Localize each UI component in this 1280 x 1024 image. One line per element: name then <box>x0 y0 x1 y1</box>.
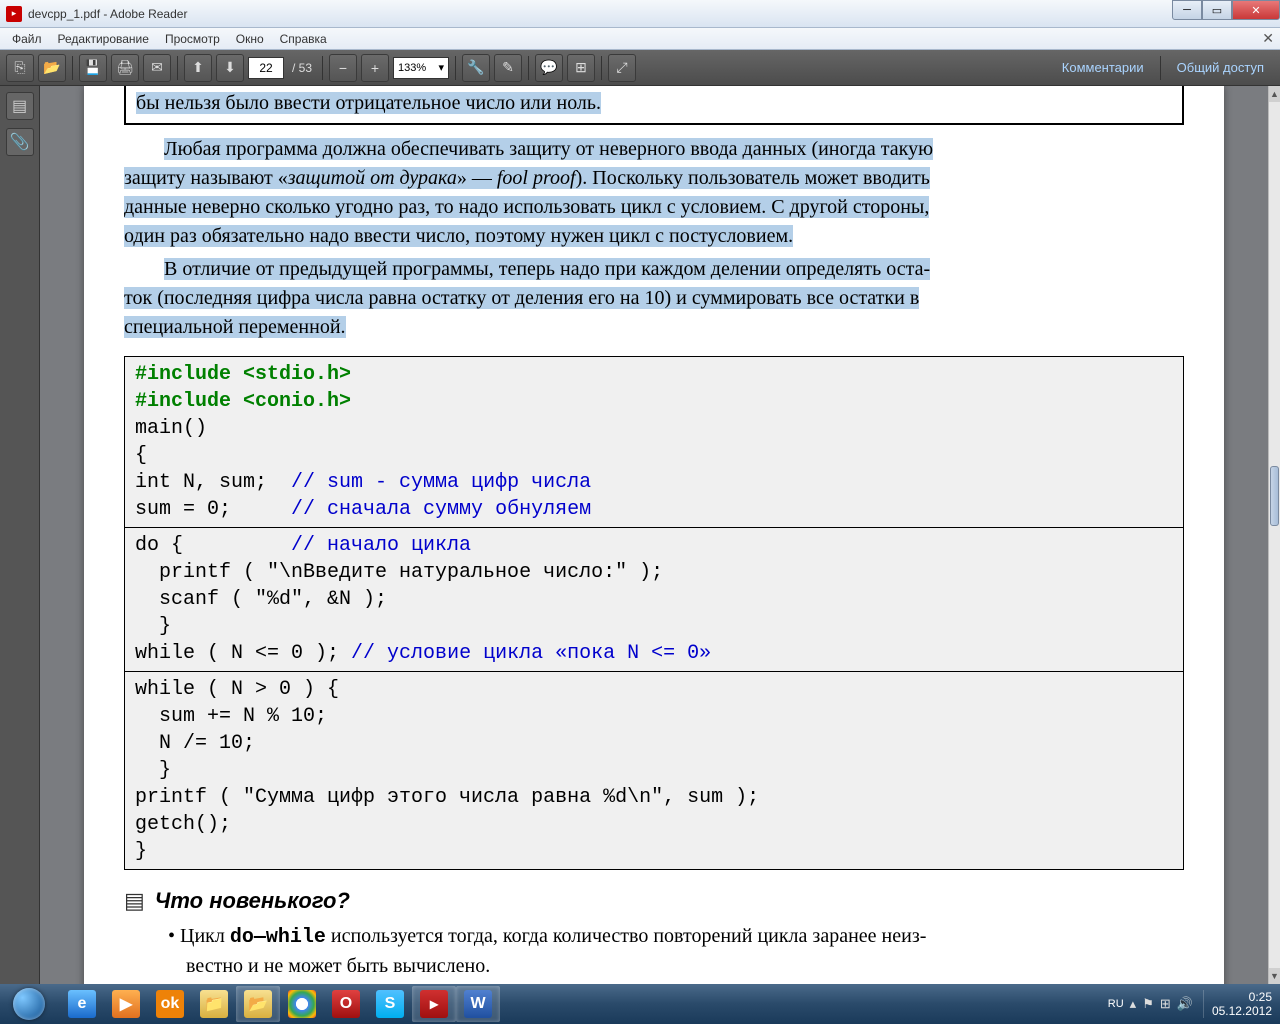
separator <box>528 56 529 80</box>
menu-edit[interactable]: Редактирование <box>50 30 157 48</box>
scrollbar-thumb[interactable] <box>1270 466 1279 526</box>
taskbar-folder[interactable]: 📂 <box>236 986 280 1022</box>
separator <box>1160 56 1161 80</box>
menu-file[interactable]: Файл <box>4 30 50 48</box>
page: бы нельзя было ввести отрицательное числ… <box>84 86 1224 984</box>
tray-flag-icon[interactable]: ⚑ <box>1142 996 1154 1012</box>
separator <box>455 56 456 80</box>
code-section: while ( N > 0 ) { sum += N % 10; N /= 10… <box>125 672 1183 869</box>
taskbar-word[interactable]: W <box>456 986 500 1022</box>
maximize-button[interactable]: ▭ <box>1202 0 1232 20</box>
paragraph: Любая программа должна обеспечивать защи… <box>124 135 1184 251</box>
stamp-icon[interactable]: ⊞ <box>567 54 595 82</box>
thumbnails-icon[interactable]: ▤ <box>6 92 34 120</box>
close-doc-icon[interactable]: ✕ <box>1262 30 1274 47</box>
sidebar: ▤ 📎 <box>0 86 40 984</box>
paragraph: В отличие от предыдущей программы, тепер… <box>124 255 1184 342</box>
comments-link[interactable]: Комментарии <box>1052 60 1154 75</box>
save-icon[interactable]: 💾 <box>79 54 107 82</box>
zoom-out-icon[interactable]: − <box>329 54 357 82</box>
clock-time: 0:25 <box>1212 990 1272 1004</box>
taskbar-skype[interactable]: S <box>368 986 412 1022</box>
vertical-scrollbar[interactable]: ▲ ▼ <box>1268 86 1280 984</box>
read-mode-icon[interactable]: ⤢ <box>608 54 636 82</box>
sign-icon[interactable]: ✎ <box>494 54 522 82</box>
document-area[interactable]: бы нельзя было ввести отрицательное числ… <box>40 86 1268 984</box>
clock[interactable]: 0:25 05.12.2012 <box>1203 990 1272 1019</box>
page-number-input[interactable] <box>248 57 284 79</box>
taskbar-chrome[interactable]: ○ <box>280 986 324 1022</box>
book-icon: ▤ <box>124 888 145 914</box>
taskbar-ie[interactable]: e <box>60 986 104 1022</box>
page-total-label: / 53 <box>288 61 316 75</box>
zoom-select[interactable]: 133% ▾ <box>393 57 449 79</box>
code-section: #include <stdio.h> #include <conio.h> ma… <box>125 357 1183 528</box>
menu-view[interactable]: Просмотр <box>157 30 228 48</box>
share-link[interactable]: Общий доступ <box>1167 60 1274 75</box>
page-up-icon[interactable]: ⬆ <box>184 54 212 82</box>
windows-orb-icon <box>13 988 45 1020</box>
tray-chevron-icon[interactable]: ▴ <box>1130 996 1137 1012</box>
bullet-item: • Цикл do—while используется тогда, когд… <box>168 922 1184 980</box>
tray-volume-icon[interactable]: 🔊 <box>1177 996 1193 1012</box>
close-button[interactable]: ✕ <box>1232 0 1280 20</box>
clock-date: 05.12.2012 <box>1212 1004 1272 1018</box>
start-button[interactable] <box>2 986 56 1022</box>
text-highlighted: бы нельзя было ввести отрицательное числ… <box>136 92 601 114</box>
menubar: Файл Редактирование Просмотр Окно Справк… <box>0 28 1280 50</box>
export-pdf-icon[interactable]: ⎘ <box>6 54 34 82</box>
boxed-text: бы нельзя было ввести отрицательное числ… <box>124 86 1184 125</box>
code-section: do { // начало цикла printf ( "\nВведите… <box>125 528 1183 672</box>
print-icon[interactable]: 🖨 <box>111 54 139 82</box>
tools-icon[interactable]: 🔧 <box>462 54 490 82</box>
attachments-icon[interactable]: 📎 <box>6 128 34 156</box>
tray-network-icon[interactable]: ⊞ <box>1160 996 1171 1012</box>
titlebar: ▸ devcpp_1.pdf - Adobe Reader ─ ▭ ✕ <box>0 0 1280 28</box>
separator <box>72 56 73 80</box>
taskbar-adobe-reader[interactable]: ▸ <box>412 986 456 1022</box>
window-title: devcpp_1.pdf - Adobe Reader <box>28 7 187 21</box>
taskbar-media[interactable]: ▶ <box>104 986 148 1022</box>
heading-text: Что новенького? <box>155 888 350 914</box>
section-heading: ▤ Что новенького? <box>124 888 1184 914</box>
zoom-in-icon[interactable]: + <box>361 54 389 82</box>
minimize-button[interactable]: ─ <box>1172 0 1202 20</box>
toolbar: ⎘ 📂 💾 🖨 ✉ ⬆ ⬇ / 53 − + 133% ▾ 🔧 ✎ 💬 ⊞ ⤢ К… <box>0 50 1280 86</box>
separator <box>322 56 323 80</box>
zoom-value: 133% <box>398 62 426 74</box>
code-block: #include <stdio.h> #include <conio.h> ma… <box>124 356 1184 870</box>
taskbar-opera[interactable]: O <box>324 986 368 1022</box>
scroll-down-icon[interactable]: ▼ <box>1269 968 1280 984</box>
pdf-icon: ▸ <box>6 6 22 22</box>
lang-indicator[interactable]: RU <box>1108 998 1124 1010</box>
separator <box>601 56 602 80</box>
email-icon[interactable]: ✉ <box>143 54 171 82</box>
menu-help[interactable]: Справка <box>272 30 335 48</box>
window-controls: ─ ▭ ✕ <box>1172 0 1280 20</box>
separator <box>177 56 178 80</box>
page-down-icon[interactable]: ⬇ <box>216 54 244 82</box>
scroll-up-icon[interactable]: ▲ <box>1269 86 1280 102</box>
system-tray: RU ▴ ⚑ ⊞ 🔊 0:25 05.12.2012 <box>1108 990 1278 1019</box>
open-icon[interactable]: 📂 <box>38 54 66 82</box>
taskbar-odnoklassniki[interactable]: ok <box>148 986 192 1022</box>
menu-window[interactable]: Окно <box>228 30 272 48</box>
taskbar: e ▶ ok 📁 📂 ○ O S ▸ W RU ▴ ⚑ ⊞ 🔊 0:25 05.… <box>0 984 1280 1024</box>
taskbar-explorer[interactable]: 📁 <box>192 986 236 1022</box>
comment-icon[interactable]: 💬 <box>535 54 563 82</box>
chevron-down-icon: ▾ <box>438 61 444 74</box>
